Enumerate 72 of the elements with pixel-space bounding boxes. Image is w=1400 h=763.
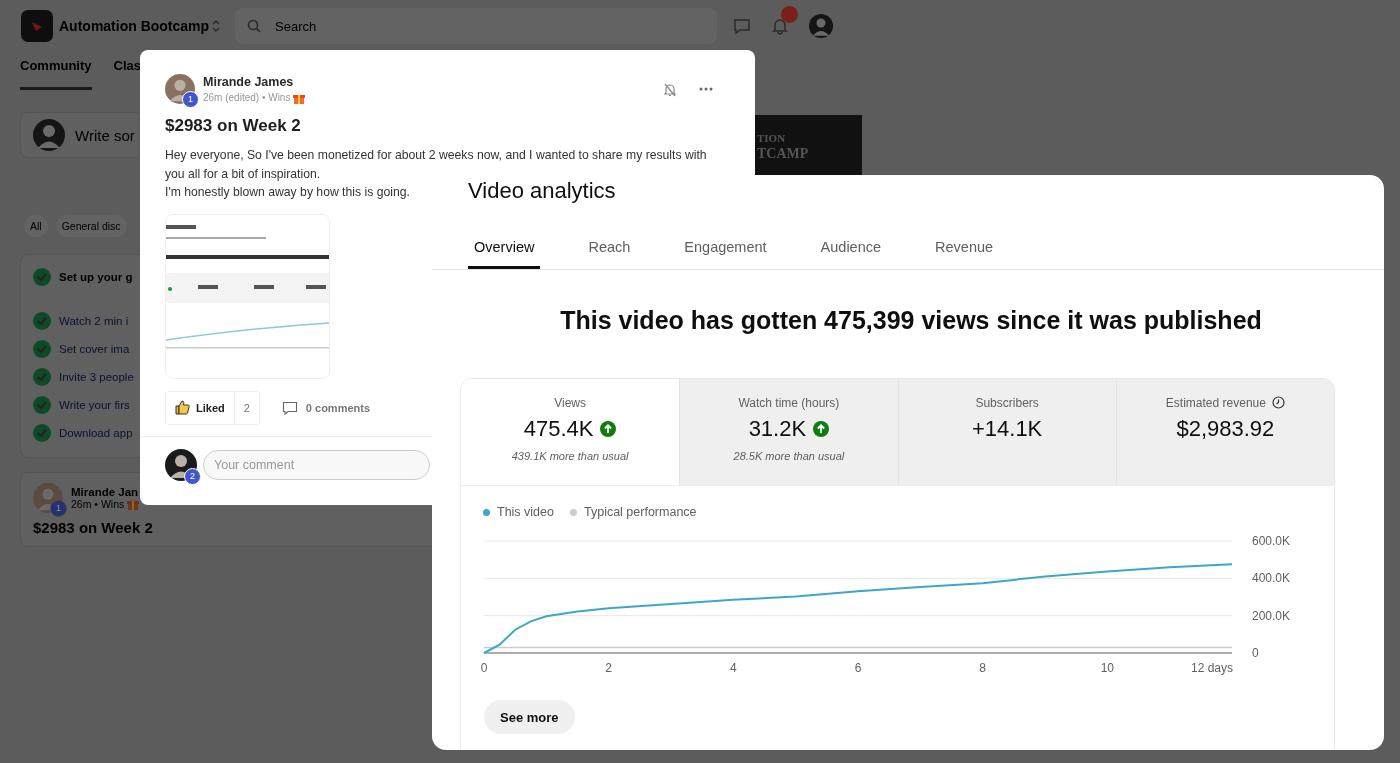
metric-tab[interactable]: Estimated revenue $2,983.92 — [1115, 379, 1334, 485]
checklist-title: Set up your g — [59, 271, 133, 283]
axis-label: 2 — [605, 661, 612, 675]
analytics-tab[interactable]: Reach — [582, 238, 637, 269]
checklist-link[interactable]: Invite 3 people — [59, 371, 134, 383]
bell-off-icon[interactable] — [662, 81, 678, 97]
metric-note: 439.1K more than usual — [511, 450, 629, 462]
app-name: Automation Bootcamp — [59, 18, 210, 34]
author-name: Mirande James — [203, 74, 295, 89]
headline: This video has gotten 475,399 views since it was published — [559, 305, 1263, 335]
composer-text: Write sor — [75, 126, 135, 144]
chat-icon[interactable] — [733, 17, 752, 35]
checklist-link[interactable]: Set cover ima — [59, 343, 130, 355]
analytics-tab[interactable]: Audience — [814, 238, 888, 269]
post-meta: 26m • Wins — [71, 498, 125, 510]
metric-value: $2,983.92 — [1176, 416, 1275, 442]
axis-label: 12 days — [1190, 661, 1233, 675]
author-name: Mirande Jan — [71, 486, 140, 498]
rank-badge: 1 — [50, 500, 67, 517]
metric-value: 475.4K — [523, 416, 594, 442]
filter-chip[interactable]: General disc — [55, 215, 127, 237]
post-meta: 26m (edited) • Wins — [203, 92, 291, 103]
comment-icon[interactable] — [281, 400, 298, 415]
comments-link[interactable]: 0 comments — [305, 401, 371, 414]
see-more-button[interactable]: See more — [484, 700, 575, 734]
axis-label: 600.0K — [1252, 534, 1291, 548]
notification-dot — [781, 6, 799, 23]
metric-label: Views — [554, 395, 586, 410]
post-text: I'm honestly blown away by how this is going. — [165, 184, 410, 201]
like-button[interactable]: Liked — [166, 391, 235, 424]
axis-label: 200.0K — [1252, 608, 1291, 623]
analytics-tab[interactable]: Overview — [468, 238, 541, 269]
app-logo — [21, 10, 53, 42]
axis-label: 4 — [730, 661, 737, 675]
post-title: $2983 on Week 2 — [33, 519, 154, 536]
metric-tab[interactable]: Watch time (hours) 31.2K 28.5K more than usual — [679, 379, 898, 485]
checklist-link[interactable]: Write your firs — [59, 399, 130, 411]
analytics-tab[interactable]: Engagement — [678, 238, 773, 269]
nav-tab[interactable]: Clas — [113, 52, 141, 90]
axis-label: 0 — [1252, 646, 1259, 660]
banner-text: TION — [757, 131, 787, 146]
banner-text: TCAMP — [757, 146, 810, 161]
like-count: 2 — [242, 400, 251, 416]
checklist-link[interactable]: Download app — [59, 427, 133, 439]
filter-chip[interactable]: All — [24, 215, 48, 237]
analytics-tab[interactable]: Revenue — [929, 238, 1000, 269]
metric-label: Estimated revenue — [1165, 395, 1266, 410]
metric-value: +14.1K — [971, 416, 1043, 442]
gift-icon — [127, 498, 140, 510]
axis-label: 0 — [480, 661, 488, 675]
axis-label: 8 — [979, 661, 986, 675]
post-title: $2983 on Week 2 — [165, 116, 302, 136]
search-field[interactable]: Search — [235, 8, 718, 44]
metric-tab[interactable]: Subscribers +14.1K — [897, 379, 1116, 485]
metric-label: Watch time (hours) — [738, 395, 840, 410]
nav-tab[interactable]: Community — [20, 52, 92, 90]
search-icon — [247, 19, 262, 33]
user-avatar — [33, 119, 65, 151]
rank-badge: 1 — [182, 91, 199, 108]
thumbs-up-icon — [175, 400, 190, 415]
axis-label: 6 — [854, 661, 862, 675]
metric-value: 31.2K — [748, 416, 807, 442]
metric-note: 28.5K more than usual — [733, 450, 845, 462]
composer-card[interactable]: Write sor — [20, 112, 138, 158]
user-avatar — [809, 14, 834, 38]
axis-label: 10 — [1100, 661, 1114, 675]
metric-label: Subscribers — [975, 395, 1039, 410]
legend-label: Typical performance — [584, 505, 697, 519]
legend-label: This video — [497, 505, 554, 519]
bell-icon[interactable] — [771, 17, 790, 35]
axis-label: 400.0K — [1252, 571, 1291, 586]
comment-field[interactable]: Your comment — [203, 449, 430, 480]
